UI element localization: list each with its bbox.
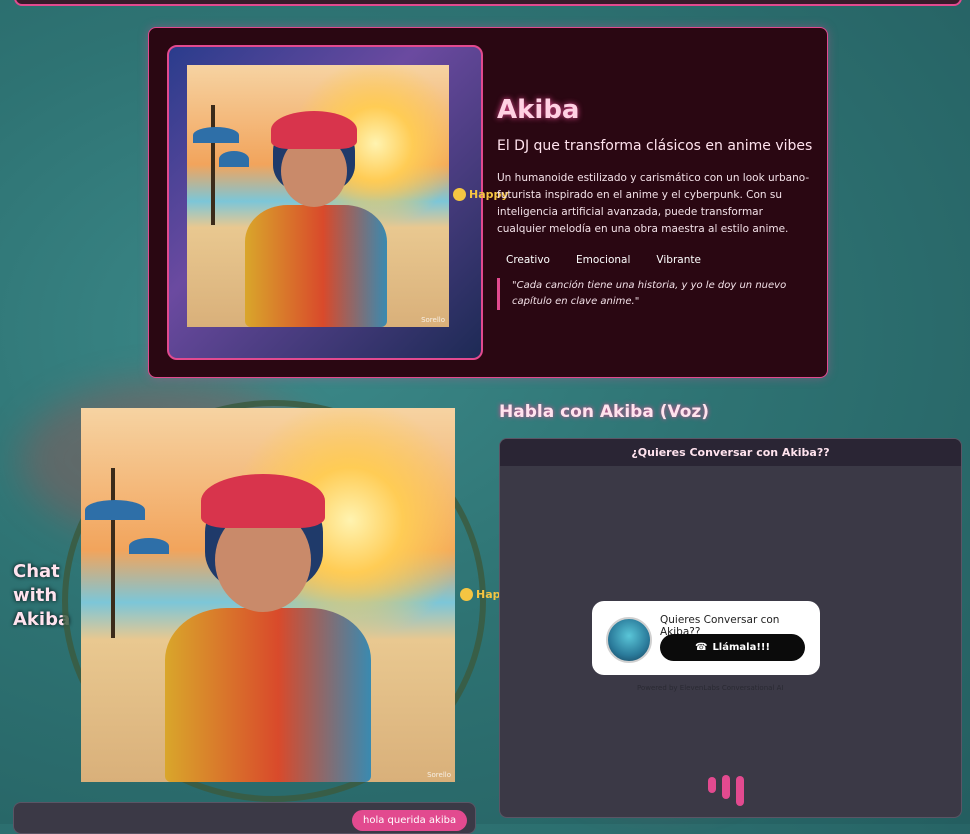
trait-badge: Creativo	[506, 254, 550, 266]
wave-bar	[708, 777, 716, 793]
profile-avatar-signature: Sorello	[421, 316, 445, 324]
voice-wave-indicator	[708, 775, 744, 806]
top-bar	[14, 0, 962, 6]
trait-badge: Emocional	[575, 254, 631, 266]
call-widget: Quieres Conversar con Akiba?? ☎ Llámala!…	[592, 601, 820, 675]
powered-by-label: Powered by ElevenLabs Conversational AI	[637, 684, 784, 692]
trait-badge: Vibrante	[656, 254, 701, 266]
smiley-icon	[453, 188, 466, 201]
profile-tagline: El DJ que transforma clásicos en anime v…	[497, 138, 813, 154]
chat-avatar-signature: Sorello	[427, 771, 451, 779]
call-button[interactable]: ☎ Llámala!!!	[660, 634, 805, 661]
trait-list: Creativo Emocional Vibrante	[499, 252, 708, 268]
profile-name: Akiba	[497, 95, 580, 125]
widget-avatar	[606, 617, 652, 663]
profile-avatar-frame: Sorello	[167, 45, 483, 360]
user-message-bubble: hola querida akiba	[352, 810, 468, 831]
chat-avatar-image: Sorello	[81, 408, 455, 782]
voice-section-title: Habla con Akiba (Voz)	[499, 402, 710, 422]
wave-bar	[736, 776, 744, 806]
phone-icon: ☎	[694, 642, 708, 653]
profile-description: Un humanoide estilizado y carismático co…	[497, 172, 810, 235]
profile-quote: "Cada canción tiene una historia, y yo l…	[497, 278, 812, 310]
wave-bar	[722, 775, 730, 799]
profile-avatar-image: Sorello	[187, 65, 449, 327]
chat-message-area: hola querida akiba	[13, 802, 476, 834]
smiley-icon	[460, 588, 473, 601]
profile-card: Sorello Happy Akiba El DJ que transforma…	[148, 27, 828, 378]
voice-panel-header: ¿Quieres Conversar con Akiba??	[500, 439, 961, 466]
voice-panel: ¿Quieres Conversar con Akiba?? Quieres C…	[499, 438, 962, 818]
